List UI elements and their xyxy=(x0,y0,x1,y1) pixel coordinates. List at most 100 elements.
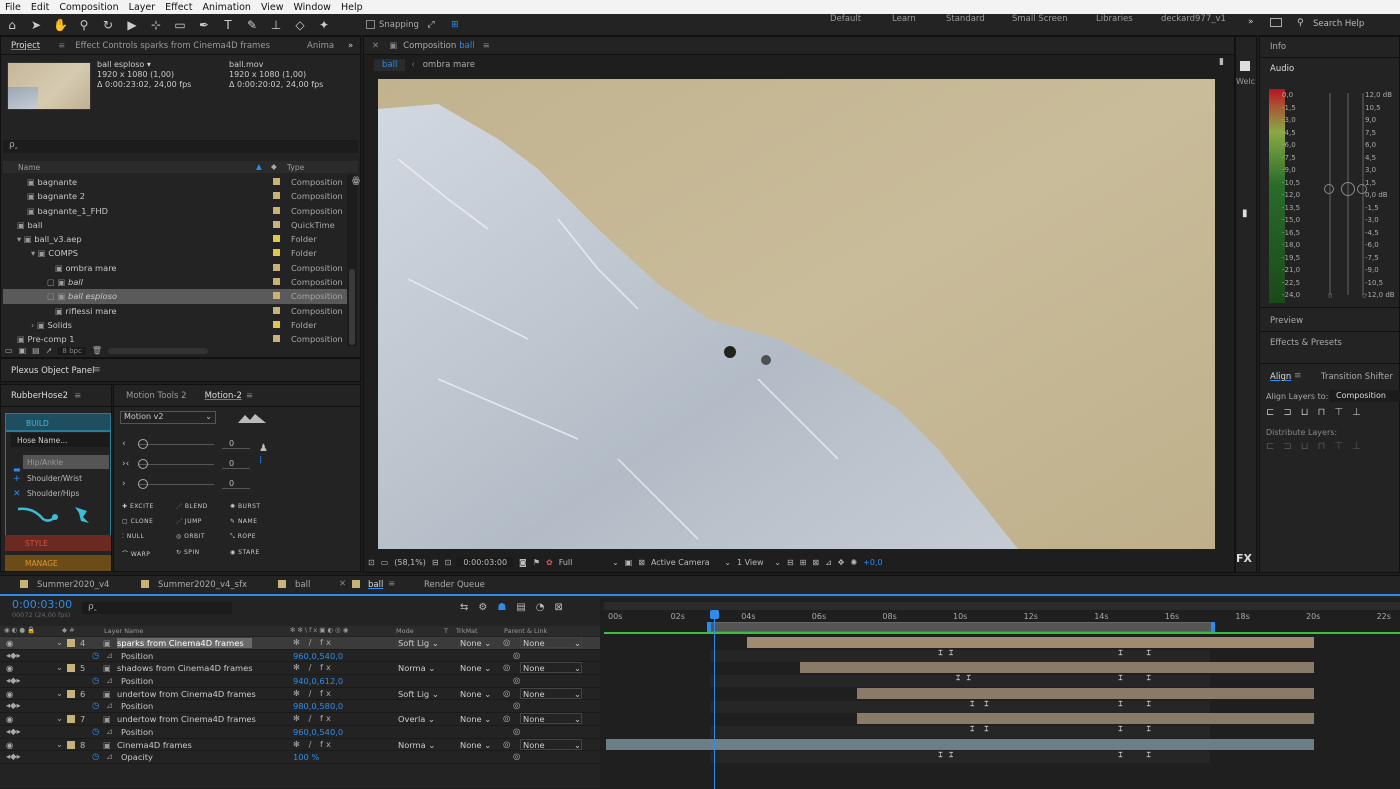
viewer-side-icon[interactable]: ▮ xyxy=(1219,57,1224,67)
stopwatch-icon[interactable]: ◷ xyxy=(92,726,99,736)
property-row[interactable]: ◂◆▸ ◷ ⊿ Position 960,0,540,0 ◎ xyxy=(0,650,600,663)
workspace-learn[interactable]: Learn xyxy=(892,14,916,24)
label-swatch[interactable] xyxy=(273,335,280,343)
property-row[interactable]: ◂◆▸ ◷ ⊿ Position 960,0,540,0 ◎ xyxy=(0,726,600,739)
panel-menu-icon[interactable]: ≡ xyxy=(58,41,65,51)
parent-select[interactable]: None ⌄ xyxy=(520,713,582,725)
render-icon[interactable]: ➚ xyxy=(46,346,53,355)
snap-grid-icon[interactable]: ⊞ xyxy=(448,20,462,30)
hierarchy-icon[interactable]: ꙮ xyxy=(352,176,360,186)
visibility-icon[interactable]: ◉ xyxy=(6,689,13,699)
new-folder-icon[interactable]: ▣ xyxy=(19,346,27,355)
frame-blending-icon[interactable]: ▤ xyxy=(516,602,525,613)
jump-button[interactable]: ⋰ JUMP xyxy=(176,518,230,525)
excite-button[interactable]: ✚ EXCITE xyxy=(122,503,176,510)
fit-icon[interactable]: ⊟ xyxy=(432,558,439,567)
project-row[interactable]: ▣ ball QuickTime xyxy=(3,218,348,232)
expand-icon[interactable]: ⌄ xyxy=(56,662,63,672)
zoom-select[interactable]: (58,1%) xyxy=(394,558,426,567)
workspace-libraries[interactable]: Libraries xyxy=(1096,14,1133,24)
snap-icon[interactable]: ⤢ xyxy=(424,20,438,30)
style-button[interactable]: STYLE xyxy=(5,535,111,551)
parent-select[interactable]: None ⌄ xyxy=(520,738,582,750)
stopwatch-icon[interactable]: ◷ xyxy=(92,751,99,761)
item1-name[interactable]: ball esploso ▾ xyxy=(97,60,191,70)
visibility-icon[interactable]: ◉ xyxy=(6,740,13,750)
project-row[interactable]: ▢ ▣ ball Composition xyxy=(3,275,348,289)
graph-icon[interactable]: ⊿ xyxy=(106,650,113,660)
fx-icon[interactable]: FX xyxy=(1236,552,1252,565)
layer-label-color[interactable] xyxy=(67,740,75,749)
property-value[interactable]: 960,0,540,0 xyxy=(293,727,343,737)
warp-button[interactable]: ⌒ WARP xyxy=(122,549,176,558)
manage-button[interactable]: MANAGE xyxy=(5,555,111,571)
audio-tab[interactable]: Audio xyxy=(1270,64,1294,74)
audio-slider-main[interactable] xyxy=(1341,182,1355,196)
tab-animation[interactable]: Anima xyxy=(307,41,334,51)
keyframe-icon[interactable]: ⌶ xyxy=(938,649,942,658)
project-row[interactable]: ▣ riflessi mare Composition xyxy=(3,304,348,318)
layer-row[interactable]: ◉ ⌄ 5 ▣ shadows from Cinema4D frames ✻ ∕ fx No… xyxy=(0,662,600,676)
keyframe-nav-icon[interactable]: ◂◆▸ xyxy=(6,650,21,660)
3d-icon[interactable]: ✥ xyxy=(838,558,845,567)
label-swatch[interactable] xyxy=(273,306,280,314)
expression-pickwhip-icon[interactable]: ◎ xyxy=(513,650,520,660)
label-swatch[interactable] xyxy=(273,235,280,243)
graph-icon[interactable]: ⊿ xyxy=(106,726,113,736)
keyframe-nav-icon[interactable]: ◂◆▸ xyxy=(6,751,21,761)
keyframe-icon[interactable]: ⌶ xyxy=(967,674,971,683)
keyframe-icon[interactable]: ⌶ xyxy=(1147,649,1151,658)
graph-icon[interactable]: ⊿ xyxy=(106,675,113,685)
project-scrollbar[interactable] xyxy=(347,175,357,347)
trash-icon[interactable]: 🗑 xyxy=(92,346,102,355)
more-tabs-icon[interactable]: » xyxy=(348,41,353,51)
property-value[interactable]: 940,0,612,0 xyxy=(293,676,343,686)
expand-icon[interactable]: ⌄ xyxy=(56,688,63,698)
col-name-header[interactable]: Name xyxy=(18,163,40,172)
home-icon[interactable]: ⌂ xyxy=(5,18,19,32)
property-row[interactable]: ◂◆▸ ◷ ⊿ Opacity 100 % ◎ xyxy=(0,751,600,764)
composition-mini-flowchart-icon[interactable]: ⇆ xyxy=(460,602,468,613)
project-row[interactable]: › ▣ Solids Folder xyxy=(3,318,348,332)
keyframe-icon[interactable]: ⌶ xyxy=(1118,751,1122,760)
project-row[interactable]: ▣ bagnante_1_FHD Composition xyxy=(3,204,348,218)
keyframe-icon[interactable]: ⌶ xyxy=(1118,649,1122,658)
tab-ball-1[interactable]: ball xyxy=(295,580,310,590)
workspace-deckard[interactable]: deckard977_v1 xyxy=(1161,14,1226,24)
parent-pickwhip-icon[interactable]: ◎ xyxy=(503,739,510,749)
graph-icon[interactable]: ⊿ xyxy=(106,751,113,761)
transparency-icon[interactable]: ⊠ xyxy=(638,558,645,567)
blend-button[interactable]: ⋰ BLEND xyxy=(176,503,230,510)
keyframe-icon[interactable]: ⌶ xyxy=(956,674,960,683)
snapshot-icon[interactable]: ◙ xyxy=(519,558,527,567)
layer-label-color[interactable] xyxy=(67,689,75,698)
region-interest-icon[interactable]: ▣ xyxy=(625,558,633,567)
menu-layer[interactable]: Layer xyxy=(129,2,156,13)
project-search-input[interactable]: ρ‸ xyxy=(3,140,358,153)
thumbnail-slider[interactable] xyxy=(107,347,208,354)
label-swatch[interactable] xyxy=(273,178,280,185)
expand-icon[interactable]: ⌄ xyxy=(56,739,63,749)
rope-button[interactable]: ⤡ ROPE xyxy=(230,533,284,541)
workspace-small-screen[interactable]: Small Screen xyxy=(1012,14,1068,24)
mode-select[interactable]: Soft Lig ⌄ xyxy=(398,689,439,699)
snapping-checkbox[interactable] xyxy=(366,20,375,29)
burst-button[interactable]: ✺ BURST xyxy=(230,503,284,510)
slider-2-value[interactable]: 0 xyxy=(222,459,250,469)
keyframe-nav-icon[interactable]: ◂◆▸ xyxy=(6,726,21,736)
shoulder-hips-button[interactable]: Shoulder/Hips xyxy=(27,489,79,498)
null-button[interactable]: ⁚ NULL xyxy=(122,533,176,541)
tab-render-queue[interactable]: Render Queue xyxy=(424,580,485,590)
layer-duration-bar[interactable] xyxy=(856,687,1314,699)
tab-ball-active[interactable]: ball xyxy=(368,580,383,590)
quality-select[interactable]: Full ⌄ xyxy=(559,558,619,567)
work-area-bar[interactable] xyxy=(707,622,1215,632)
side-doc-icon[interactable] xyxy=(1240,61,1250,71)
slider-1-handle[interactable] xyxy=(138,439,148,449)
col-type-header[interactable]: Type xyxy=(287,163,304,172)
label-swatch[interactable] xyxy=(273,249,280,257)
motion-version-select[interactable]: Motion v2 ⌄ xyxy=(120,411,216,424)
layer-switches[interactable]: ✻ ∕ fx xyxy=(293,739,334,749)
layer-row[interactable]: ◉ ⌄ 7 ▣ undertow from Cinema4D frames ✻ ∕ fx O… xyxy=(0,713,600,726)
tab-summer2020-v4[interactable]: Summer2020_v4 xyxy=(37,580,109,590)
